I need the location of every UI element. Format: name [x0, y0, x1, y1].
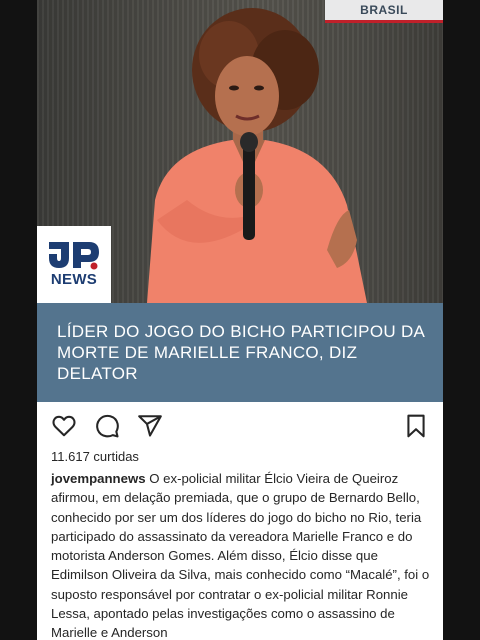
instagram-post: BRASIL NEWS LÍDER DO JOGO DO BICHO PARTI…	[37, 0, 443, 640]
like-count[interactable]: 11.617 curtidas	[51, 449, 139, 464]
caption-username[interactable]: jovempannews	[51, 471, 146, 486]
jp-logo-icon	[49, 242, 99, 270]
action-bar	[37, 403, 443, 447]
section-tag: BRASIL	[325, 0, 443, 23]
caption-text: O ex-policial militar Élcio Vieira de Qu…	[51, 471, 430, 640]
send-icon[interactable]	[137, 413, 163, 439]
jp-news-logo: NEWS	[37, 226, 111, 303]
heart-icon[interactable]	[51, 413, 77, 439]
headline-text: LÍDER DO JOGO DO BICHO PARTICIPOU DA MOR…	[57, 322, 425, 383]
logo-text: NEWS	[50, 271, 98, 288]
bookmark-icon[interactable]	[403, 413, 429, 439]
comment-icon[interactable]	[94, 413, 120, 439]
post-photo[interactable]: BRASIL NEWS	[37, 0, 443, 303]
headline-band: LÍDER DO JOGO DO BICHO PARTICIPOU DA MOR…	[37, 303, 443, 402]
post-caption: jovempannews O ex-policial militar Élcio…	[51, 469, 435, 640]
